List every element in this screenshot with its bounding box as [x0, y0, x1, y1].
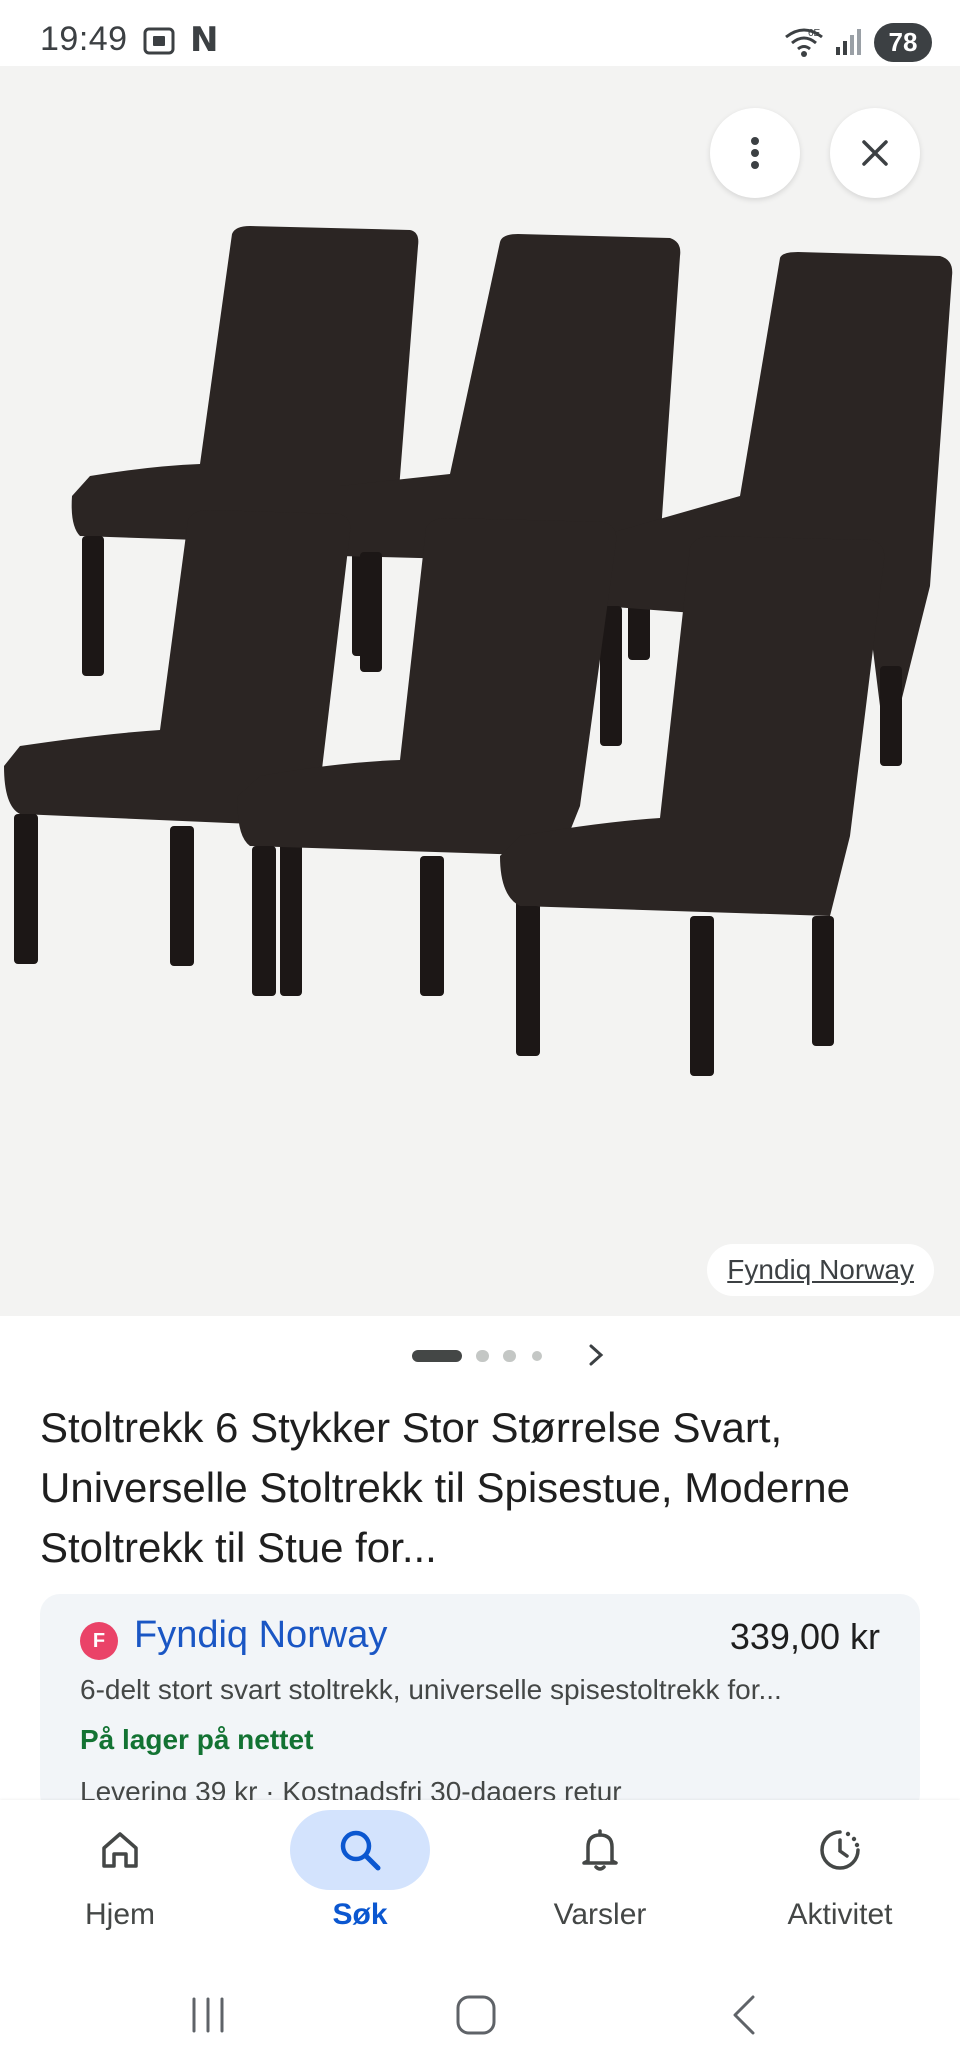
nav-home[interactable]: Hjem [20, 1800, 220, 1970]
carousel-dot[interactable] [476, 1350, 489, 1362]
status-time: 19:49 [40, 20, 128, 58]
status-bar: 19:49 N 6E 78 [0, 0, 960, 66]
network-label: 6E [808, 28, 821, 39]
back-icon [733, 1995, 755, 2035]
image-carousel-indicator [0, 1340, 960, 1370]
merchant-logo: F [80, 1622, 118, 1660]
nav-activity[interactable]: Aktivitet [740, 1800, 940, 1970]
system-home-button[interactable] [446, 1990, 506, 2040]
bell-icon [582, 1829, 618, 1871]
image-source-link[interactable]: Fyndiq Norway [707, 1244, 934, 1296]
nav-icon-container [770, 1810, 910, 1890]
nav-label-activity: Aktivitet [787, 1898, 893, 1931]
product-image [4, 226, 953, 1076]
recent-apps-button[interactable] [178, 1990, 238, 2040]
nav-label-search: Søk [332, 1898, 388, 1931]
system-back-button[interactable] [714, 1990, 774, 2040]
bottom-navigation: Hjem Søk Varsler Aktivitet [0, 1800, 960, 1970]
more-options-button[interactable] [710, 108, 800, 198]
nav-label-alerts: Varsler [553, 1898, 647, 1931]
home-icon [102, 1832, 138, 1868]
merchant-offer-card[interactable]: F Fyndiq Norway 339,00 kr 6-delt stort s… [40, 1594, 920, 1814]
nav-label-home: Hjem [84, 1898, 155, 1931]
price: 339,00 kr [729, 1616, 880, 1657]
carousel-dot[interactable] [532, 1351, 542, 1361]
system-home-icon [456, 1995, 496, 2035]
recent-apps-icon [192, 1997, 224, 2033]
close-button[interactable] [830, 108, 920, 198]
close-icon [862, 140, 888, 166]
nav-search[interactable]: Søk [260, 1800, 460, 1970]
carousel-dot-active[interactable] [412, 1350, 462, 1362]
system-navigation-bar [0, 1970, 960, 2059]
more-vert-icon [751, 137, 759, 169]
battery-level: 78 [874, 22, 932, 62]
product-description: 6-delt stort svart stoltrekk, universell… [80, 1674, 782, 1705]
product-image-viewer[interactable]: Fyndiq Norway [0, 66, 960, 1316]
carousel-dot[interactable] [503, 1350, 516, 1362]
product-title: Stoltrekk 6 Stykker Stor Størrelse Svart… [40, 1404, 851, 1571]
chevron-right-icon[interactable] [585, 1340, 609, 1370]
status-indicators: 6E 78 [784, 22, 932, 62]
activity-icon [820, 1830, 860, 1870]
nav-icon-container [50, 1810, 190, 1890]
screenshot-icon [143, 27, 175, 55]
wifi-icon: 6E [785, 28, 823, 57]
nav-icon-container [530, 1810, 670, 1890]
nav-alerts[interactable]: Varsler [500, 1800, 700, 1970]
stock-status: På lager på nettet [80, 1724, 314, 1755]
signal-icon [836, 29, 861, 55]
netflix-notification-icon: N [190, 20, 219, 60]
merchant-name[interactable]: Fyndiq Norway [134, 1614, 387, 1657]
nav-icon-container [290, 1810, 430, 1890]
search-icon [340, 1830, 381, 1871]
